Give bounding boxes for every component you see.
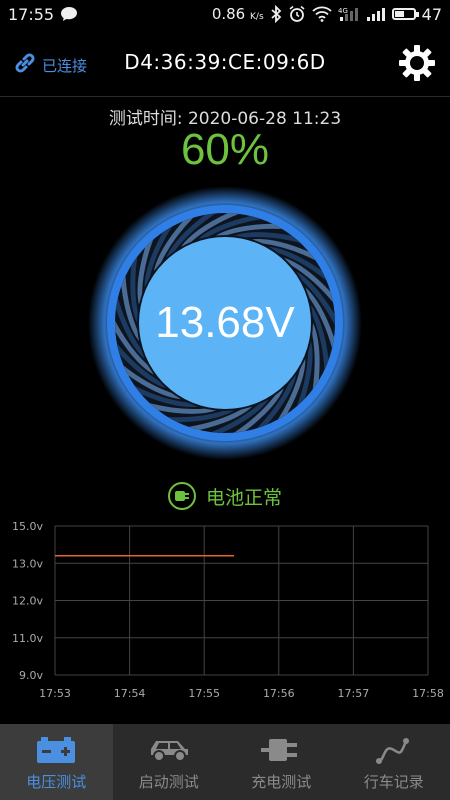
battery-status-label: 电池正常 [205, 486, 282, 509]
settings-gear-icon[interactable] [398, 44, 436, 82]
chart-y-tick-label: 13.0v [12, 557, 43, 570]
chart-x-tick-label: 17:55 [188, 687, 220, 700]
app-header: 已连接 D4:36:39:CE:09:6D [0, 30, 450, 97]
battery-level: 47 [421, 4, 442, 24]
plug-icon [261, 739, 298, 761]
nav-label: 行车记录 [363, 773, 424, 791]
nav-start-test[interactable]: 启动测试 [113, 724, 226, 800]
signal-bars-icon [366, 6, 386, 22]
car-icon [150, 741, 188, 762]
status-bar: 17:55 0.86 K/s 4G 47 [0, 0, 450, 28]
chart-x-tick-label: 17:57 [338, 687, 370, 700]
voltage-reading: 13.68V [155, 298, 295, 347]
message-icon [60, 6, 78, 22]
network-speed: 0.86 K/s [211, 5, 264, 23]
battery-status: 电池正常 [0, 482, 450, 510]
bluetooth-icon [270, 5, 282, 23]
voltage-chart: 15.0v 13.0v 12.0v 11.0v 9.0v 17:53 17:54 17:55 1… [12, 520, 444, 700]
wifi-icon [312, 6, 332, 22]
nav-charge-test[interactable]: 充电测试 [225, 724, 338, 800]
alarm-icon [288, 5, 306, 23]
battery-icon [37, 737, 76, 763]
bottom-nav: 电压测试 启动测试 充电测试 行车记录 [0, 724, 450, 800]
route-icon [375, 738, 409, 764]
nav-label: 启动测试 [138, 773, 199, 791]
nav-label: 充电测试 [251, 773, 312, 791]
clock: 17:55 [8, 4, 55, 24]
chart-x-tick-label: 17:53 [39, 687, 71, 700]
nav-label: 电压测试 [26, 773, 87, 791]
nav-voltage-test[interactable]: 电压测试 [0, 724, 113, 800]
nav-drive-record[interactable]: 行车记录 [338, 724, 450, 800]
battery-percent: 60% [180, 125, 270, 174]
battery-indicator-icon [391, 8, 419, 20]
chart-y-tick-label: 15.0v [12, 520, 43, 533]
chart-x-tick-label: 17:54 [114, 687, 146, 700]
cellular-signal-icon: 4G [338, 6, 360, 22]
chart-x-tick-label: 17:56 [263, 687, 295, 700]
chart-y-tick-label: 12.0v [12, 595, 43, 608]
chart-y-tick-label: 11.0v [12, 632, 43, 645]
battery-plug-icon [167, 482, 196, 510]
chart-x-tick-label: 17:58 [412, 687, 444, 700]
device-mac-address: D4:36:39:CE:09:6D [124, 50, 326, 74]
chart-y-tick-label: 9.0v [19, 669, 43, 682]
svg-text:4G: 4G [338, 7, 348, 15]
